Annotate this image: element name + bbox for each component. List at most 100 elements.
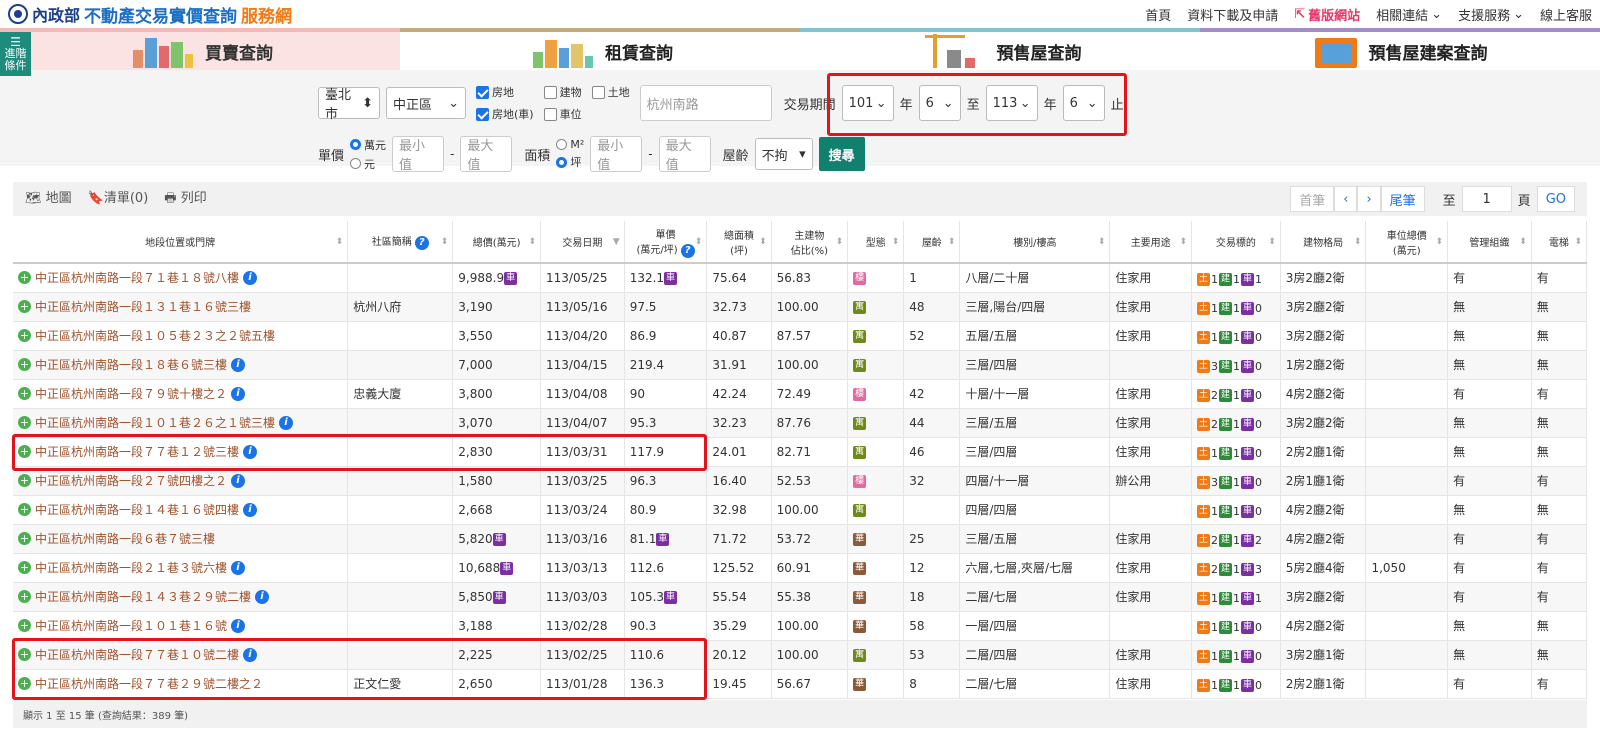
column-header[interactable]: 單價 (萬元/坪)? ⬍ — [624, 221, 708, 264]
first-page-button[interactable]: 首筆 — [1290, 186, 1335, 212]
expand-plus-icon[interactable]: + — [18, 619, 31, 632]
info-icon[interactable]: i — [243, 270, 258, 285]
search-button[interactable]: 搜尋 — [818, 137, 865, 171]
column-header[interactable]: 總面積 (坪) ⬍ — [706, 221, 772, 264]
list-button[interactable]: 🔖清單(0) — [88, 187, 149, 211]
address-link[interactable]: + 中正區杭州南路一段１８巷６號三樓 i — [18, 356, 342, 373]
column-header[interactable]: 型態 ⬍ — [847, 221, 905, 264]
sort-icon[interactable]: ⬍ — [759, 237, 767, 247]
sort-icon[interactable]: ⬍ — [948, 237, 956, 247]
address-link[interactable]: + 中正區杭州南路一段１４巷１６號四樓 i — [18, 501, 342, 518]
from-year-select[interactable]: 101 ⌄ — [841, 85, 894, 121]
help-icon[interactable]: ? — [414, 236, 429, 250]
table-row[interactable]: + 中正區杭州南路一段１３１巷１６號三樓 杭州八府 3,190 113/05/16 97.… — [13, 292, 1588, 322]
address-link[interactable]: + 中正區杭州南路一段２１巷３號六樓 i — [18, 559, 342, 576]
last-page-button[interactable]: 尾筆 — [1380, 186, 1425, 212]
table-row[interactable]: + 中正區杭州南路一段２１巷３號六樓 i 10,688 車 113/03/13 112.6 1… — [13, 553, 1588, 583]
sort-icon[interactable]: ⬍ — [1268, 237, 1276, 247]
table-row[interactable]: + 中正區杭州南路一段１０５巷２３之２號五樓 3,550 113/04/20 86.9 4… — [13, 321, 1588, 351]
sort-icon[interactable]: ⬍ — [528, 237, 536, 247]
print-button[interactable]: 🖶 列印 — [164, 187, 206, 211]
table-row[interactable]: + 中正區杭州南路一段１８巷６號三樓 i 7,000 113/04/15 219.4 31.… — [13, 350, 1588, 380]
nav-download[interactable]: 資料下載及申請 — [1187, 5, 1278, 24]
type-checkbox-land[interactable]: 土地 — [591, 84, 630, 100]
table-row[interactable]: + 中正區杭州南路一段１０１巷１６號 i 3,188 113/02/28 90.3 35.2… — [13, 611, 1588, 641]
site-logo[interactable]: 內政部 不動產交易實價查詢 服務網 — [8, 2, 292, 27]
from-month-select[interactable]: 6 ⌄ — [918, 85, 961, 121]
expand-plus-icon[interactable]: + — [18, 503, 31, 516]
to-year-select[interactable]: 113 ⌄ — [985, 85, 1038, 121]
table-row[interactable]: + 中正區杭州南路一段１０１巷２６之１號三樓 i 3,070 113/04/07 95.3… — [13, 408, 1588, 438]
radio-sqm[interactable]: M² — [556, 138, 584, 151]
table-row[interactable]: + 中正區杭州南路一段７７巷１０號二樓 i 2,225 113/02/25 110.6 20… — [13, 640, 1588, 670]
table-row[interactable]: + 中正區杭州南路一段６巷７號三樓 5,820 車 113/03/16 81.1 車 71.7… — [13, 524, 1588, 554]
nav-old-site[interactable]: ⇱ 舊版網站 — [1294, 5, 1360, 24]
column-header[interactable]: 車位總價 (萬元) ⬍ — [1365, 221, 1449, 264]
nav-links[interactable]: 相關連結 ⌄ — [1376, 5, 1442, 24]
type-checkbox-building[interactable]: 建物 — [543, 84, 582, 100]
expand-plus-icon[interactable]: + — [18, 590, 31, 603]
sort-icon[interactable]: ⬍ — [441, 237, 449, 247]
sort-icon[interactable]: ▼ — [613, 237, 620, 247]
sort-icon[interactable]: ⬍ — [1574, 237, 1582, 247]
address-link[interactable]: + 中正區杭州南路一段２７號四樓之２ i — [18, 472, 342, 489]
radio-wan[interactable]: 萬元 — [350, 137, 386, 153]
info-icon[interactable]: i — [279, 415, 294, 430]
sort-icon[interactable]: ⬍ — [836, 237, 844, 247]
map-button[interactable]: 🗺 地圖 — [25, 187, 72, 211]
page-input[interactable]: 1 — [1461, 186, 1512, 212]
info-icon[interactable]: i — [243, 502, 258, 517]
info-icon[interactable]: i — [243, 647, 258, 662]
price-min-input[interactable]: 最小值 — [392, 136, 445, 173]
type-checkbox-house-land-car[interactable]: 房地(車) — [476, 106, 534, 122]
address-link[interactable]: + 中正區杭州南路一段７１巷１８號八樓 i — [18, 269, 342, 286]
sort-icon[interactable]: ⬍ — [336, 237, 344, 247]
info-icon[interactable]: i — [231, 560, 246, 575]
area-max-input[interactable]: 最大值 — [658, 136, 711, 173]
expand-plus-icon[interactable]: + — [18, 387, 31, 400]
sort-icon[interactable]: ⬍ — [892, 237, 900, 247]
sort-icon[interactable]: ⬍ — [695, 237, 703, 247]
column-header[interactable]: 電梯 ⬍ — [1531, 221, 1588, 264]
table-row[interactable]: + 中正區杭州南路一段２７號四樓之２ i 1,580 113/03/25 96.3 16.4… — [13, 466, 1588, 496]
sort-icon[interactable]: ⬍ — [1354, 237, 1362, 247]
tab-presale[interactable]: 預售屋查詢 — [800, 28, 1200, 70]
table-row[interactable]: + 中正區杭州南路一段７１巷１８號八樓 i 9,988.9 車 113/05/25 132.… — [13, 263, 1588, 293]
nav-home[interactable]: 首頁 — [1145, 5, 1171, 24]
road-input[interactable]: 杭州南路 — [639, 85, 772, 121]
column-header[interactable]: 社區簡稱? ⬍ — [347, 221, 454, 264]
sort-icon[interactable]: ⬍ — [1519, 237, 1527, 247]
radio-yuan[interactable]: 元 — [350, 156, 386, 172]
column-header[interactable]: 主要用途 ⬍ — [1109, 221, 1192, 264]
column-header[interactable]: 樓別/樓高 ⬍ — [959, 221, 1111, 264]
expand-plus-icon[interactable]: + — [18, 358, 31, 371]
table-row[interactable]: + 中正區杭州南路一段１４巷１６號四樓 i 2,668 113/03/24 80.9 32.… — [13, 495, 1588, 525]
table-row[interactable]: + 中正區杭州南路一段７９號十樓之２ i 忠義大廈 3,800 113/04/08 90 42… — [13, 379, 1588, 409]
price-max-input[interactable]: 最大值 — [460, 136, 513, 173]
column-header[interactable]: 屋齡 ⬍ — [903, 221, 961, 264]
address-link[interactable]: + 中正區杭州南路一段７７巷１２號三樓 i — [18, 443, 342, 460]
info-icon[interactable]: i — [231, 386, 246, 401]
column-header[interactable]: 交易標的 ⬍ — [1191, 221, 1281, 264]
column-header[interactable]: 地段位置或門牌 ⬍ — [13, 221, 349, 264]
address-link[interactable]: + 中正區杭州南路一段７７巷２９號二樓之２ — [18, 675, 342, 692]
address-link[interactable]: + 中正區杭州南路一段７９號十樓之２ i — [18, 385, 342, 402]
tab-presale-project[interactable]: 預售屋建案查詢 — [1200, 28, 1600, 70]
info-icon[interactable]: i — [255, 589, 270, 604]
address-link[interactable]: + 中正區杭州南路一段１０５巷２３之２號五樓 — [18, 327, 342, 344]
area-min-input[interactable]: 最小值 — [590, 136, 643, 173]
column-header[interactable]: 管理組織 ⬍ — [1447, 221, 1532, 264]
address-link[interactable]: + 中正區杭州南路一段６巷７號三樓 — [18, 530, 342, 547]
info-icon[interactable]: i — [231, 473, 246, 488]
table-row[interactable]: + 中正區杭州南路一段７７巷２９號二樓之２ 正文仁愛 2,650 113/01/28 13… — [13, 669, 1588, 699]
type-checkbox-parking[interactable]: 車位 — [543, 106, 582, 122]
sort-icon[interactable]: ⬍ — [1179, 237, 1187, 247]
go-button[interactable]: GO — [1536, 186, 1575, 212]
table-row[interactable]: + 中正區杭州南路一段１４３巷２９號二樓 i 5,850 車 113/03/03 105.3… — [13, 582, 1588, 612]
age-select[interactable]: 不拘 ▾ — [754, 138, 813, 170]
expand-plus-icon[interactable]: + — [18, 329, 31, 342]
address-link[interactable]: + 中正區杭州南路一段１０１巷１６號 i — [18, 617, 342, 634]
info-icon[interactable]: i — [243, 444, 258, 459]
next-page-button[interactable]: › — [1357, 186, 1381, 212]
address-link[interactable]: + 中正區杭州南路一段１３１巷１６號三樓 — [18, 298, 342, 315]
